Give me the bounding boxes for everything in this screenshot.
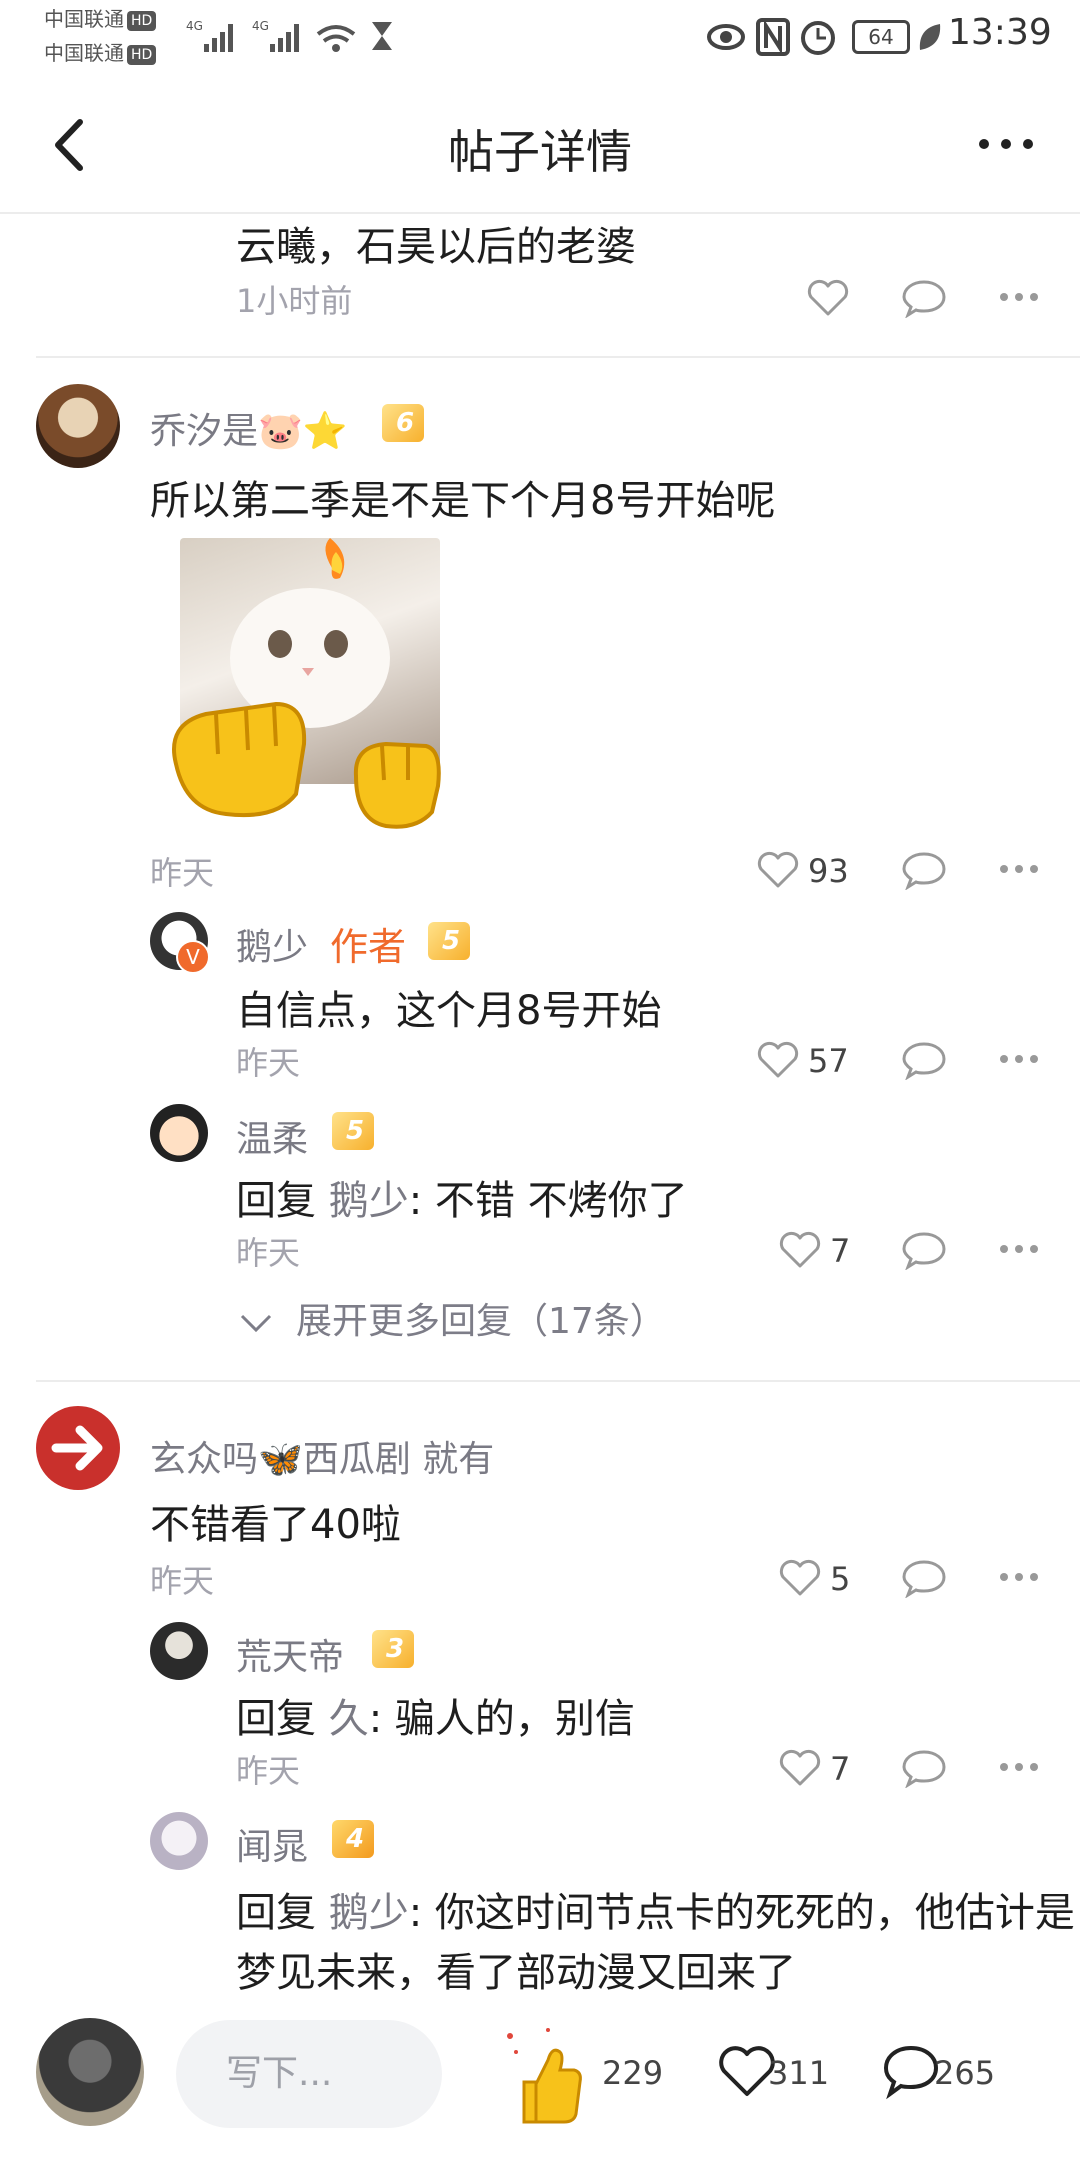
avatar[interactable] bbox=[150, 1812, 208, 1870]
comment-icon[interactable] bbox=[882, 2044, 940, 2100]
level-badge: 6 bbox=[382, 404, 425, 442]
comment-text: 所以第二季是不是下个月8号开始呢 bbox=[150, 478, 776, 524]
fist-emoji-icon bbox=[172, 701, 307, 818]
like-count: 7 bbox=[830, 1750, 851, 1788]
carrier-2: 中国联通 HD bbox=[44, 40, 157, 66]
reply-time: 昨天 bbox=[236, 1044, 301, 1082]
carrier-1: 中国联通 HD bbox=[44, 6, 157, 32]
comment-icon[interactable] bbox=[902, 1040, 946, 1080]
fist-emoji-icon bbox=[353, 741, 441, 829]
page-title: 帖子详情 bbox=[448, 125, 632, 179]
avatar[interactable] bbox=[150, 1622, 208, 1680]
like-icon[interactable] bbox=[806, 278, 850, 318]
like-icon[interactable] bbox=[778, 1230, 822, 1270]
comment-input[interactable]: 写下... bbox=[176, 2020, 442, 2128]
svg-text:4G: 4G bbox=[252, 19, 269, 33]
expand-replies-button[interactable]: 展开更多回复（17条） bbox=[236, 1292, 666, 1344]
comment-username[interactable]: 乔汐是🐷⭐ bbox=[150, 402, 348, 454]
more-icon[interactable] bbox=[998, 1570, 1040, 1584]
chevron-down-icon bbox=[240, 1314, 272, 1333]
arrow-right-icon bbox=[51, 1425, 103, 1471]
like-icon[interactable] bbox=[778, 1748, 822, 1788]
comment-text: 不错看了40啦 bbox=[150, 1502, 401, 1548]
like-count: 5 bbox=[830, 1560, 851, 1598]
like-count: 7 bbox=[830, 1232, 851, 1270]
reply-time: 昨天 bbox=[236, 1234, 301, 1272]
reply-text: 回复 鹅少: 不错 不烤你了 bbox=[236, 1178, 688, 1224]
comment-divider bbox=[36, 356, 1080, 358]
clock: 13:39 bbox=[948, 12, 1052, 53]
reply-time: 昨天 bbox=[236, 1752, 301, 1790]
comment-icon[interactable] bbox=[902, 1230, 946, 1270]
more-icon[interactable] bbox=[998, 1242, 1040, 1256]
svg-text:4G: 4G bbox=[186, 19, 203, 33]
leaf-icon bbox=[919, 24, 941, 50]
reply-username[interactable]: 闻晁 bbox=[236, 1818, 308, 1870]
comment-divider bbox=[36, 1380, 1080, 1382]
comment-icon[interactable] bbox=[902, 1748, 946, 1788]
reply-text: 回复 鹅少: 你这时间节点卡的死死的，他估计是 bbox=[236, 1890, 1075, 1936]
like-icon[interactable] bbox=[756, 850, 800, 890]
reply-time: 1小时前 bbox=[236, 282, 353, 320]
bottom-bar: 写下... 229 311 265 bbox=[0, 1990, 1080, 2160]
comment-username[interactable]: 玄众吗🦋西瓜剧 就有 bbox=[150, 1430, 494, 1482]
thumbs-up-count: 229 bbox=[602, 2054, 664, 2092]
comment-total-count: 265 bbox=[934, 2054, 996, 2092]
avatar[interactable] bbox=[36, 384, 120, 468]
level-badge: 4 bbox=[332, 1820, 375, 1858]
comment-icon[interactable] bbox=[902, 850, 946, 890]
like-icon[interactable] bbox=[756, 1040, 800, 1080]
more-icon[interactable] bbox=[998, 1760, 1040, 1774]
user-avatar[interactable] bbox=[36, 2018, 144, 2126]
more-options-icon[interactable] bbox=[976, 134, 1036, 154]
level-badge: 3 bbox=[372, 1630, 415, 1668]
reply-to-user[interactable]: 久 bbox=[329, 1696, 369, 1742]
level-badge: 5 bbox=[428, 922, 471, 960]
reply-text: 云曦，石昊以后的老婆 bbox=[236, 224, 636, 270]
thumbs-up-icon[interactable] bbox=[504, 2026, 584, 2126]
reply-text: 自信点，这个月8号开始 bbox=[236, 988, 662, 1034]
reply-username[interactable]: 温柔 bbox=[236, 1110, 308, 1162]
more-icon[interactable] bbox=[998, 290, 1040, 304]
comment-icon[interactable] bbox=[902, 1558, 946, 1598]
like-count: 57 bbox=[808, 1042, 849, 1080]
reply-to-user[interactable]: 鹅少 bbox=[329, 1890, 409, 1936]
reply-to-user[interactable]: 鹅少 bbox=[329, 1178, 409, 1224]
signal-wifi-icons: 4G 4G bbox=[186, 19, 392, 52]
comment-icon[interactable] bbox=[902, 278, 946, 318]
more-icon[interactable] bbox=[998, 1052, 1040, 1066]
reply-username[interactable]: 鹅少 bbox=[236, 918, 308, 970]
level-badge: 5 bbox=[332, 1112, 375, 1150]
battery-indicator: 64 bbox=[852, 20, 910, 54]
avatar[interactable] bbox=[150, 1104, 208, 1162]
verified-icon: V bbox=[176, 940, 210, 974]
comment-time: 昨天 bbox=[150, 854, 215, 892]
reply-text: 回复 久: 骗人的，别信 bbox=[236, 1696, 635, 1742]
like-count: 93 bbox=[808, 852, 849, 890]
more-icon[interactable] bbox=[998, 862, 1040, 876]
comment-time: 昨天 bbox=[150, 1562, 215, 1600]
author-tag: 作者 bbox=[330, 925, 407, 969]
like-total-count: 311 bbox=[768, 2054, 830, 2092]
reply-username[interactable]: 荒天帝 bbox=[236, 1628, 344, 1680]
like-icon[interactable] bbox=[778, 1558, 822, 1598]
avatar[interactable] bbox=[36, 1406, 120, 1490]
